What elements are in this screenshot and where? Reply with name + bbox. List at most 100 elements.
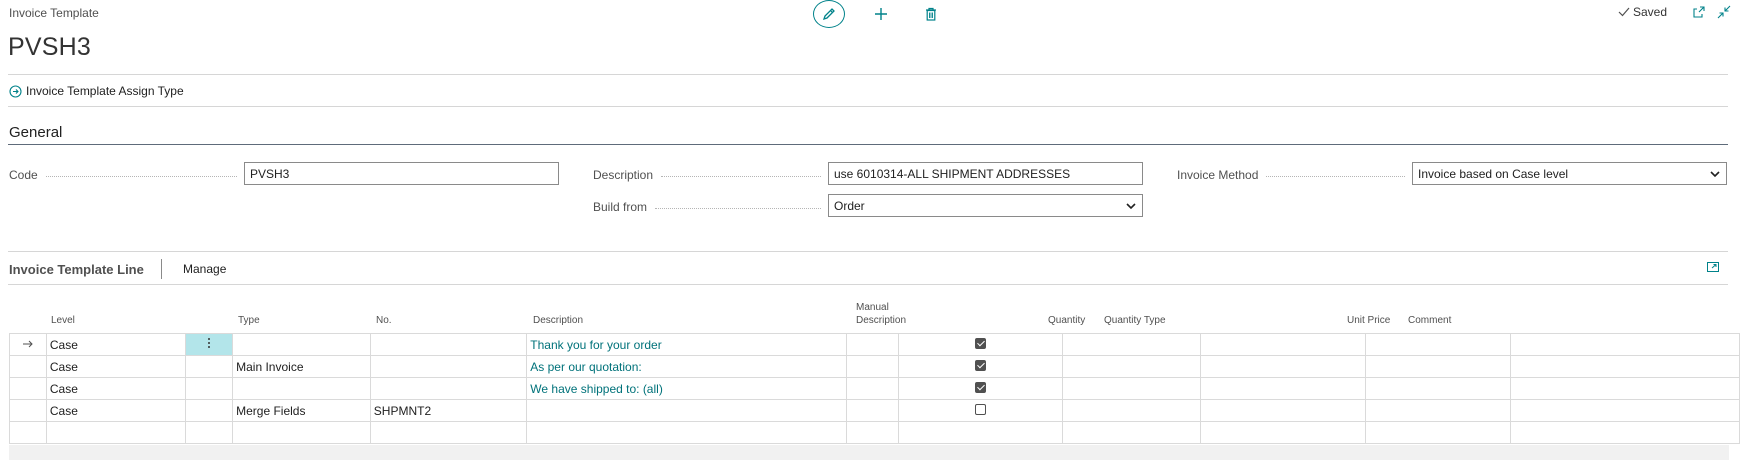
saved-label: Saved: [1633, 5, 1668, 19]
manual-description-checkbox[interactable]: [975, 337, 987, 349]
cell-level[interactable]: Case: [45, 377, 187, 400]
cell-spacer[interactable]: [846, 333, 900, 356]
row-indicator[interactable]: [9, 377, 47, 400]
cell-manual-description[interactable]: [898, 399, 1064, 422]
cell-quantity[interactable]: [1062, 377, 1201, 400]
table-row[interactable]: Case Merge Fields SHPMNT2: [9, 399, 1740, 422]
cell-manual-description[interactable]: [898, 333, 1064, 356]
build-from-select[interactable]: Order: [828, 194, 1143, 217]
cell-quantity-type[interactable]: [1199, 399, 1366, 422]
collapse-button[interactable]: [1717, 5, 1733, 21]
cell-level[interactable]: Case: [45, 399, 187, 422]
open-new-window-button[interactable]: [1692, 5, 1708, 21]
row-indicator[interactable]: [9, 421, 47, 444]
row-indicator[interactable]: [9, 355, 47, 378]
col-comment[interactable]: Comment: [1408, 314, 1451, 327]
cell-quantity[interactable]: [1062, 355, 1201, 378]
cell-spacer[interactable]: [846, 399, 900, 422]
cell-no[interactable]: SHPMNT2: [369, 399, 528, 422]
cell-unit-price[interactable]: [1364, 377, 1512, 400]
cell-type[interactable]: [232, 377, 371, 400]
cell-row-menu[interactable]: [185, 421, 234, 444]
expand-button[interactable]: [1706, 260, 1720, 274]
cell-description[interactable]: We have shipped to: (all): [526, 377, 848, 400]
col-unit-price[interactable]: Unit Price: [1347, 314, 1390, 327]
cell-no[interactable]: [369, 377, 528, 400]
cell-unit-price[interactable]: [1364, 421, 1512, 444]
cell-description[interactable]: As per our quotation:: [526, 355, 848, 378]
cell-no[interactable]: [369, 333, 528, 356]
manual-description-checkbox[interactable]: [975, 381, 987, 393]
cell-manual-description[interactable]: [898, 355, 1064, 378]
invoice-method-select[interactable]: Invoice based on Case level: [1412, 162, 1727, 185]
saved-status: Saved: [1618, 5, 1667, 19]
col-quantity[interactable]: Quantity: [1048, 314, 1085, 327]
cell-level[interactable]: [45, 421, 187, 444]
description-field[interactable]: use 6010314-ALL SHIPMENT ADDRESSES: [828, 162, 1143, 185]
col-type[interactable]: Type: [238, 314, 260, 327]
cell-row-menu[interactable]: [185, 333, 234, 356]
cell-unit-price[interactable]: [1364, 399, 1512, 422]
assign-type-label: Invoice Template Assign Type: [26, 84, 184, 98]
manual-description-checkbox[interactable]: [975, 359, 987, 371]
cell-description[interactable]: Thank you for your order: [526, 333, 848, 356]
cell-comment[interactable]: [1510, 421, 1740, 444]
cell-row-menu[interactable]: [185, 355, 234, 378]
cell-quantity[interactable]: [1062, 399, 1201, 422]
cell-comment[interactable]: [1510, 355, 1740, 378]
cell-comment[interactable]: [1510, 377, 1740, 400]
cell-comment[interactable]: [1510, 399, 1740, 422]
cell-level[interactable]: Case: [45, 355, 187, 378]
cell-spacer[interactable]: [846, 377, 900, 400]
cell-quantity-type[interactable]: [1199, 333, 1366, 356]
col-manual-description[interactable]: Manual Description: [856, 301, 906, 327]
check-icon: [1618, 7, 1630, 17]
breadcrumb: Invoice Template: [9, 6, 99, 20]
cell-no[interactable]: [369, 421, 528, 444]
manual-description-checkbox[interactable]: [975, 403, 987, 415]
cell-no[interactable]: [369, 355, 528, 378]
cell-comment[interactable]: [1510, 333, 1740, 356]
delete-button[interactable]: [920, 3, 942, 25]
cell-level[interactable]: Case: [45, 333, 187, 356]
cell-description[interactable]: [526, 421, 848, 444]
table-row[interactable]: Case Thank you for your order: [9, 333, 1740, 356]
cell-quantity-type[interactable]: [1199, 377, 1366, 400]
cell-type[interactable]: Merge Fields: [232, 399, 371, 422]
cell-row-menu[interactable]: [185, 377, 234, 400]
cell-manual-description[interactable]: [898, 377, 1064, 400]
col-level[interactable]: Level: [51, 314, 75, 327]
more-vertical-icon: [208, 338, 211, 348]
table-row[interactable]: Case Main Invoice As per our quotation:: [9, 355, 1740, 378]
cell-spacer[interactable]: [846, 355, 900, 378]
cell-quantity-type[interactable]: [1199, 355, 1366, 378]
cell-unit-price[interactable]: [1364, 355, 1512, 378]
row-indicator[interactable]: [9, 333, 47, 356]
cell-manual-description[interactable]: [898, 421, 1064, 444]
col-description[interactable]: Description: [533, 314, 583, 327]
cell-type[interactable]: Main Invoice: [232, 355, 371, 378]
empty-row[interactable]: [9, 421, 1740, 444]
code-field[interactable]: PVSH3: [244, 162, 559, 185]
cell-spacer[interactable]: [846, 421, 900, 444]
cell-description[interactable]: [526, 399, 848, 422]
col-no[interactable]: No.: [376, 314, 392, 327]
cell-quantity[interactable]: [1062, 421, 1201, 444]
trash-icon: [926, 7, 936, 21]
manage-menu[interactable]: Manage: [183, 262, 226, 276]
cell-type[interactable]: [232, 333, 371, 356]
edit-button[interactable]: [813, 0, 845, 28]
assign-type-action[interactable]: Invoice Template Assign Type: [9, 84, 184, 98]
cell-unit-price[interactable]: [1364, 333, 1512, 356]
table-row[interactable]: Case We have shipped to: (all): [9, 377, 1740, 400]
cell-row-menu[interactable]: [185, 399, 234, 422]
new-button[interactable]: [870, 3, 892, 25]
invoice-method-label-text: Invoice Method: [1177, 168, 1259, 182]
cell-quantity-type[interactable]: [1199, 421, 1366, 444]
cell-type[interactable]: [232, 421, 371, 444]
cell-quantity[interactable]: [1062, 333, 1201, 356]
arrow-circle-icon: [9, 84, 22, 98]
col-quantity-type[interactable]: Quantity Type: [1104, 314, 1166, 327]
row-indicator[interactable]: [9, 399, 47, 422]
arrow-right-icon: [22, 340, 33, 347]
